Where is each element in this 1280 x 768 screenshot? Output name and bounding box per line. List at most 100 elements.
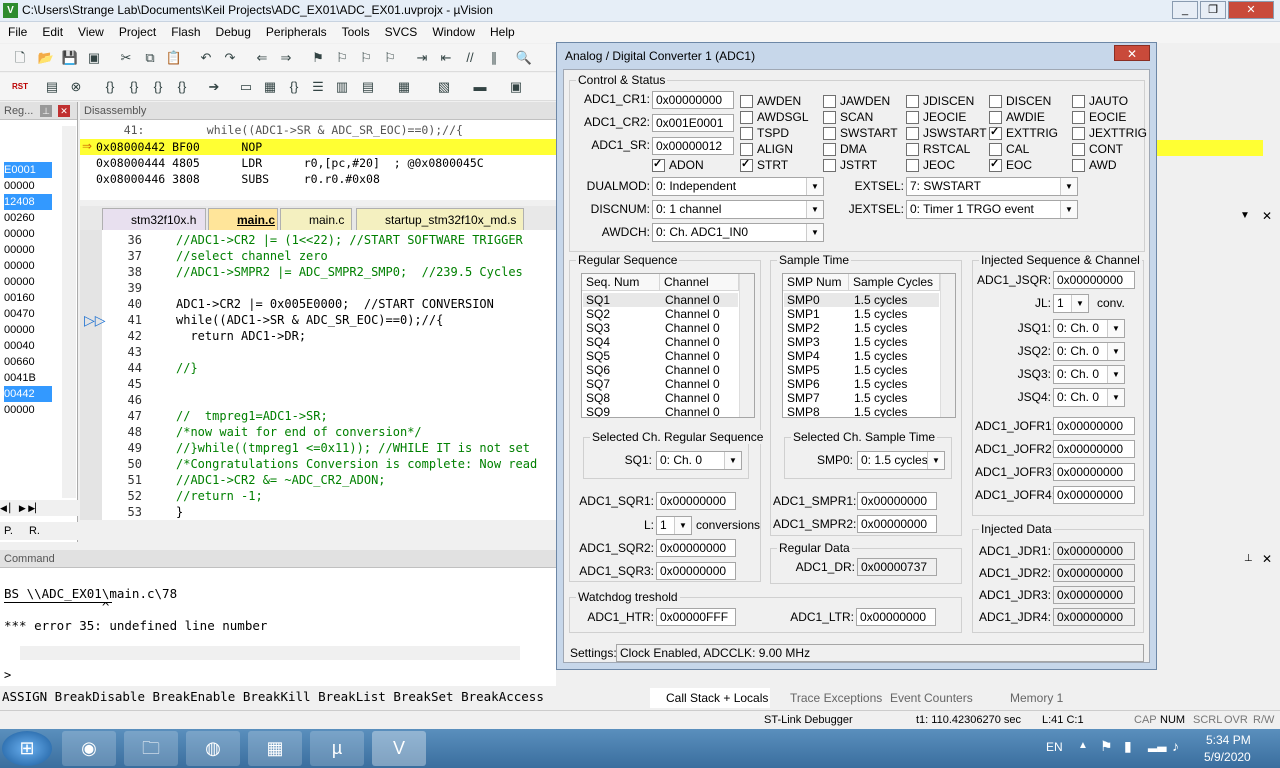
jextsel-select[interactable]: 0: Timer 1 TRGO event ▼	[906, 200, 1078, 219]
checkbox-align[interactable]: ALIGN	[740, 143, 793, 156]
tab-project[interactable]: P.	[4, 525, 13, 537]
command-pin-icon[interactable]: ⊥	[1244, 553, 1253, 564]
command-window-icon[interactable]: ▭	[236, 77, 256, 97]
registers-close-icon[interactable]: ✕	[58, 105, 70, 117]
serial-window-icon[interactable]: ▧	[434, 77, 454, 97]
editor-hscroll[interactable]	[80, 522, 556, 538]
jdr-field[interactable]: 0x00000000	[1053, 542, 1135, 560]
tab-registers[interactable]: R.	[29, 525, 40, 537]
dr-field[interactable]: 0x00000737	[857, 558, 937, 576]
registers-window-icon[interactable]: ☰	[308, 77, 328, 97]
list-item[interactable]: SQ9 Channel 0	[583, 405, 738, 417]
code-line[interactable]: //}	[176, 360, 198, 376]
register-value-row[interactable]: 00000	[4, 274, 52, 290]
clock-date[interactable]: 5/9/2020	[1204, 750, 1251, 764]
sr-field[interactable]: 0x00000012	[652, 137, 734, 155]
list-item[interactable]: SQ4 Channel 0	[583, 335, 738, 349]
code-line[interactable]: while((ADC1->SR & ADC_SR_EOC)==0);//{	[176, 312, 443, 328]
register-value-row[interactable]: 00442	[4, 386, 52, 402]
step-over-icon[interactable]: {}	[124, 77, 144, 97]
menu-debug[interactable]: Debug	[208, 22, 258, 39]
nav-forward-icon[interactable]: ⇒	[276, 48, 296, 68]
tabs-dropdown-icon[interactable]: ▼	[1240, 210, 1250, 221]
tab-main-c-active[interactable]: main.c	[208, 208, 278, 230]
code-line[interactable]: ADC1->CR2 |= 0x005E0000; //START CONVERS…	[176, 296, 494, 312]
list-item[interactable]: SQ2 Channel 0	[583, 307, 738, 321]
new-file-icon[interactable]: 🗋	[10, 48, 30, 68]
register-value-row[interactable]: 00000	[4, 322, 52, 338]
dualmod-select[interactable]: 0: Independent ▼	[652, 177, 824, 196]
step-into-icon[interactable]: {}	[100, 77, 120, 97]
show-next-statement-icon[interactable]: ➔	[204, 77, 224, 97]
jofr-field[interactable]: 0x00000000	[1053, 417, 1135, 435]
checkbox-jauto[interactable]: JAUTO	[1072, 95, 1128, 108]
command-hscroll[interactable]	[20, 646, 520, 660]
list-item[interactable]: SMP2 1.5 cycles	[784, 321, 939, 335]
monitor-app-icon[interactable]: ▦	[248, 731, 302, 766]
list-item[interactable]: SMP3 1.5 cycles	[784, 335, 939, 349]
registers-hscroll[interactable]: ◀ ▏ ▶ ▶▏	[0, 500, 78, 516]
menu-window[interactable]: Window	[424, 22, 482, 39]
checkbox-jeoc[interactable]: JEOC	[906, 159, 955, 172]
list-item[interactable]: SQ5 Channel 0	[583, 349, 738, 363]
menu-view[interactable]: View	[70, 22, 111, 39]
list-item[interactable]: SQ3 Channel 0	[583, 321, 738, 335]
indent-icon[interactable]: ⇥	[412, 48, 432, 68]
editor-close-icon[interactable]: ✕	[1262, 209, 1272, 223]
sample-list-scrollbar[interactable]	[940, 274, 955, 417]
register-value-row[interactable]: 00660	[4, 354, 52, 370]
register-value-row[interactable]: 00000	[4, 258, 52, 274]
code-line[interactable]: //}while((tmpreg1 <=0x11)); //WHILE IT i…	[176, 440, 530, 456]
code-line[interactable]: /*now wait for end of conversion*/	[176, 424, 422, 440]
code-line[interactable]: //ADC1->CR2 &= ~ADC_CR2_ADON;	[176, 472, 386, 488]
tab-stm32f10x-h[interactable]: stm32f10x.h	[102, 208, 206, 230]
registers-vscroll[interactable]	[62, 126, 76, 498]
disasm-line[interactable]: 0x08000446 3808 SUBS r0,r0,#0x08	[96, 171, 380, 183]
register-value-row[interactable]: 00260	[4, 210, 52, 226]
col-sample-cycles[interactable]: Sample Cycles	[849, 274, 940, 291]
checkbox-eoc[interactable]: EOC	[989, 158, 1032, 172]
stop-icon[interactable]: ⊗	[66, 77, 86, 97]
code-line[interactable]: // tmpreg1=ADC1->SR;	[176, 408, 328, 424]
battery-icon[interactable]: ▮	[1124, 738, 1132, 755]
comment-icon[interactable]: //	[460, 48, 480, 68]
nav-back-icon[interactable]: ⇐	[252, 48, 272, 68]
list-item[interactable]: SMP1 1.5 cycles	[784, 307, 939, 321]
jdr-field[interactable]: 0x00000000	[1053, 564, 1135, 582]
code-line[interactable]: }	[176, 504, 183, 520]
code-line[interactable]: return ADC1->DR;	[176, 328, 306, 344]
checkbox-jstrt[interactable]: JSTRT	[823, 159, 877, 172]
checkbox-dma[interactable]: DMA	[823, 143, 867, 156]
checkbox-strt[interactable]: STRT	[740, 158, 788, 172]
register-value-row[interactable]: 00470	[4, 306, 52, 322]
copy-icon[interactable]: ⧉	[140, 48, 160, 68]
list-item[interactable]: SQ8 Channel 0	[583, 391, 738, 405]
sample-time-list[interactable]: SMP Num Sample Cycles SMP0 1.5 cycles SMP1…	[782, 273, 956, 418]
firefox-icon[interactable]: ◍	[186, 731, 240, 766]
register-value-row[interactable]: 00040	[4, 338, 52, 354]
list-item[interactable]: SQ6 Channel 0	[583, 363, 738, 377]
jdr-field[interactable]: 0x00000000	[1053, 608, 1135, 626]
list-item[interactable]: SMP0 1.5 cycles	[784, 293, 939, 307]
list-item[interactable]: SQ7 Channel 0	[583, 377, 738, 391]
cr1-field[interactable]: 0x00000000	[652, 91, 734, 109]
regular-list-scrollbar[interactable]	[739, 274, 754, 417]
checkbox-scan[interactable]: SCAN	[823, 111, 873, 124]
cr2-field[interactable]: 0x001E0001	[652, 114, 734, 132]
jdr-field[interactable]: 0x00000000	[1053, 586, 1135, 604]
list-item[interactable]: SMP4 1.5 cycles	[784, 349, 939, 363]
checkbox-awd[interactable]: AWD	[1072, 159, 1117, 172]
sq1-select[interactable]: 0: Ch. 0 ▼	[656, 451, 742, 470]
menu-file[interactable]: File	[0, 22, 34, 39]
col-seq-num[interactable]: Seq. Num	[582, 274, 660, 291]
menu-peripherals[interactable]: Peripherals	[258, 22, 334, 39]
save-all-icon[interactable]: ▣	[84, 48, 104, 68]
clock-time[interactable]: 5:34 PM	[1206, 733, 1251, 747]
register-value-row[interactable]: 00000	[4, 402, 52, 418]
checkbox-jeocie[interactable]: JEOCIE	[906, 111, 966, 124]
menu-svcs[interactable]: SVCS	[377, 22, 425, 39]
command-prompt[interactable]: >	[4, 668, 11, 682]
undo-icon[interactable]: ↶	[196, 48, 216, 68]
checkbox-tspd[interactable]: TSPD	[740, 127, 789, 140]
disasm-source-line[interactable]: 41: while((ADC1->SR & ADC_SR_EOC)==0);//…	[96, 122, 463, 138]
